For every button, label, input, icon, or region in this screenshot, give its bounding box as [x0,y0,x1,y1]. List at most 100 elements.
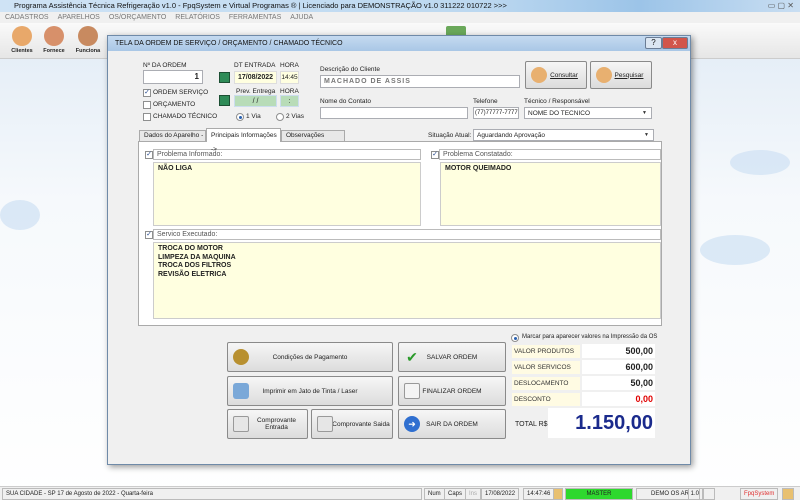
hora-field[interactable]: 14:45 [280,71,299,84]
tecnico-select[interactable]: NOME DO TECNICO [524,107,652,119]
dt-entrada-field[interactable]: 17/08/2022 [234,71,277,84]
tab-dados-aparelho[interactable]: Dados do Aparelho -> [139,130,206,149]
deslocamento-field[interactable]: 50,00 [582,376,655,390]
valor-servicos-label: VALOR SERVICOS [512,361,580,374]
toolbar-fornece-button[interactable]: Fornece [38,25,70,57]
status-time: 14:47:46 [523,488,555,500]
button-label: SAIR DA ORDEM [426,420,478,428]
finalizar-ordem-button[interactable]: FINALIZAR ORDEM [398,376,506,406]
cliente-field[interactable]: MACHADO DE ASSIS [320,75,520,88]
button-label: FINALIZAR ORDEM [422,387,482,395]
situacao-label: Situação Atual: [428,132,472,139]
background-cloud [730,150,790,175]
dialog-title-bar: TELA DA ORDEM DE SERVIÇO / ORÇAMENTO / C… [108,36,690,51]
user-icon [782,488,794,500]
toolbar-label: Funciona [75,48,101,54]
one-via-radio[interactable] [236,113,244,121]
imprimir-button[interactable]: Imprimir em Jato de Tinta / Laser [227,376,393,406]
salvar-ordem-button[interactable]: ✔ SALVAR ORDEM [398,342,506,372]
toolbar-funciona-button[interactable]: Funciona [72,25,104,57]
employee-icon [78,26,98,46]
arrow-right-icon: ➜ [404,416,420,432]
desconto-label: DESCONTO [512,393,580,406]
orcamento-checkbox[interactable] [143,101,151,109]
sair-ordem-button[interactable]: ➜ SAIR DA ORDEM [398,409,506,439]
help-button[interactable]: ? [645,37,662,49]
problema-informado-checkbox[interactable]: ✓ [145,151,153,159]
contato-field[interactable] [320,107,468,119]
menu-ferramentas[interactable]: FERRAMENTAS [229,14,281,21]
servico-executado-textarea[interactable]: TROCA DO MOTOR LIMPEZA DA MAQUINA TROCA … [153,242,661,319]
menu-ajuda[interactable]: AJUDA [290,14,313,21]
contato-label: Nome do Contato [320,98,371,105]
order-number-field[interactable]: 1 [143,70,203,84]
checkmark-icon: ✔ [406,349,418,365]
dt-entrada-label: DT ENTRADA [234,62,276,69]
cliente-label: Descrição do Cliente [320,66,380,73]
consultar-button[interactable]: Consultar [525,61,587,89]
users-icon [531,67,547,83]
situacao-select[interactable]: Aguardando Aprovação [473,129,654,141]
total-label: TOTAL R$ [515,421,548,428]
deslocamento-label: DESLOCAMENTO [512,377,580,390]
valor-produtos-field[interactable]: 500,00 [582,344,655,358]
desconto-field[interactable]: 0,00 [582,392,655,406]
comprovante-saida-button[interactable]: Comprovante Saida [311,409,393,439]
checkbox-label: ORDEM SERVIÇO [153,89,209,96]
problema-constatado-checkbox[interactable]: ✓ [431,151,439,159]
problema-constatado-textarea[interactable]: MOTOR QUEIMADO [440,162,661,226]
calendar-icon[interactable] [219,95,230,106]
valor-servicos-field[interactable]: 600,00 [582,360,655,374]
telefone-label: Telefone [473,98,498,105]
toolbar-clientes-button[interactable]: Clientes [6,25,38,57]
checkbox-label: ORÇAMENTO [153,101,196,108]
menu-bar: CADASTROS APARELHOS OS/ORÇAMENTO RELATÓRIOS… [0,12,800,23]
hora-label: HORA [280,62,299,69]
calendar-icon[interactable] [219,72,230,83]
supplier-icon [44,26,64,46]
menu-cadastros[interactable]: CADASTROS [5,14,49,21]
condicoes-pagamento-button[interactable]: Condições de Pagamento [227,342,393,372]
two-vias-radio[interactable] [276,113,284,121]
button-label: SALVAR ORDEM [426,353,478,361]
monitor-icon[interactable] [703,488,715,500]
app-title-bar: Programa Assistência Técnica Refrigeraçã… [0,0,800,12]
button-label: Imprimir em Jato de Tinta / Laser [262,387,358,395]
tab-observacoes-gerais[interactable]: Observações Gerais [281,130,345,149]
ordem-servico-checkbox[interactable]: ✓ [143,89,151,97]
marcar-valores-radio[interactable] [511,334,519,342]
user-icon [553,488,563,500]
valor-produtos-label: VALOR PRODUTOS [512,345,580,358]
tab-principais-informacoes[interactable]: Principais Informações -> [206,128,281,153]
close-button[interactable]: x [662,37,688,49]
prev-hora-field[interactable]: : [280,95,299,107]
menu-os-orcamento[interactable]: OS/ORÇAMENTO [109,14,166,21]
users-icon [596,67,612,83]
prev-hora-label: HORA [280,88,299,95]
order-number-label: Nº DA ORDEM [143,62,187,69]
config-icon[interactable] [688,488,700,500]
marcar-valores-label: Marcar para aparecer valores na Impressã… [522,334,658,340]
chamado-tecnico-checkbox[interactable] [143,113,151,121]
button-label: Comprovante Entrada [256,417,297,431]
servico-executado-checkbox[interactable]: ✓ [145,231,153,239]
tecnico-label: Técnico / Responsável [524,98,590,105]
radio-label: 1 Via [246,113,261,120]
menu-relatorios[interactable]: RELATÓRIOS [175,14,220,21]
telefone-field[interactable]: (77)77777-7777 [473,107,519,119]
prev-entrega-label: Prev. Entrega [236,88,276,95]
pesquisar-button[interactable]: Pesquisar [590,61,652,89]
status-ins: Ins [465,488,482,500]
button-label: Condições de Pagamento [272,353,348,361]
dialog-title: TELA DA ORDEM DE SERVIÇO / ORÇAMENTO / C… [115,40,343,47]
window-controls[interactable]: ▭ ▢ ✕ [768,0,794,12]
problema-informado-textarea[interactable]: NÃO LIGA [153,162,421,226]
menu-aparelhos[interactable]: APARELHOS [58,14,100,21]
problema-informado-header: Problema Informado: [153,149,421,160]
coins-icon [233,349,249,365]
prev-entrega-field[interactable]: / / [234,95,277,107]
printer-icon [233,383,249,399]
status-date: 17/08/2022 [481,488,520,500]
document-icon [317,416,333,432]
comprovante-entrada-button[interactable]: Comprovante Entrada [227,409,308,439]
